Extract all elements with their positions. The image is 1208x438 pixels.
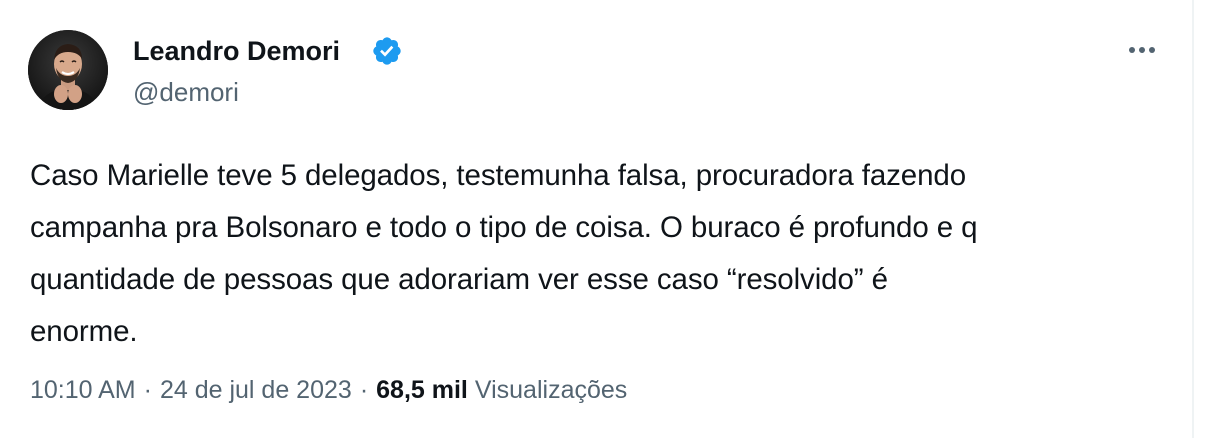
author-display-name[interactable]: Leandro Demori xyxy=(133,34,340,68)
tweet-card: Leandro Demori @demori Caso Marielle tev… xyxy=(0,0,1192,438)
tweet-text: Caso Marielle teve 5 delegados, testemun… xyxy=(30,159,978,348)
separator-dot: · xyxy=(359,376,369,404)
verified-badge-icon xyxy=(373,37,401,65)
author-handle[interactable]: @demori xyxy=(133,76,239,108)
timeline-divider xyxy=(1192,0,1194,438)
views-count: 68,5 mil xyxy=(376,376,468,404)
tweet-date[interactable]: 24 de jul de 2023 xyxy=(160,372,352,408)
avatar[interactable] xyxy=(28,30,108,110)
tweet-metadata: 10:10 AM · 24 de jul de 2023 · 68,5 mil … xyxy=(30,372,627,408)
more-horizontal-icon xyxy=(1129,47,1155,53)
tweet-time[interactable]: 10:10 AM xyxy=(30,372,136,408)
views-label[interactable]: Visualizações xyxy=(475,372,627,408)
avatar-photo-icon xyxy=(28,30,108,110)
more-options-button[interactable] xyxy=(1118,32,1166,68)
separator-dot: · xyxy=(143,376,152,404)
